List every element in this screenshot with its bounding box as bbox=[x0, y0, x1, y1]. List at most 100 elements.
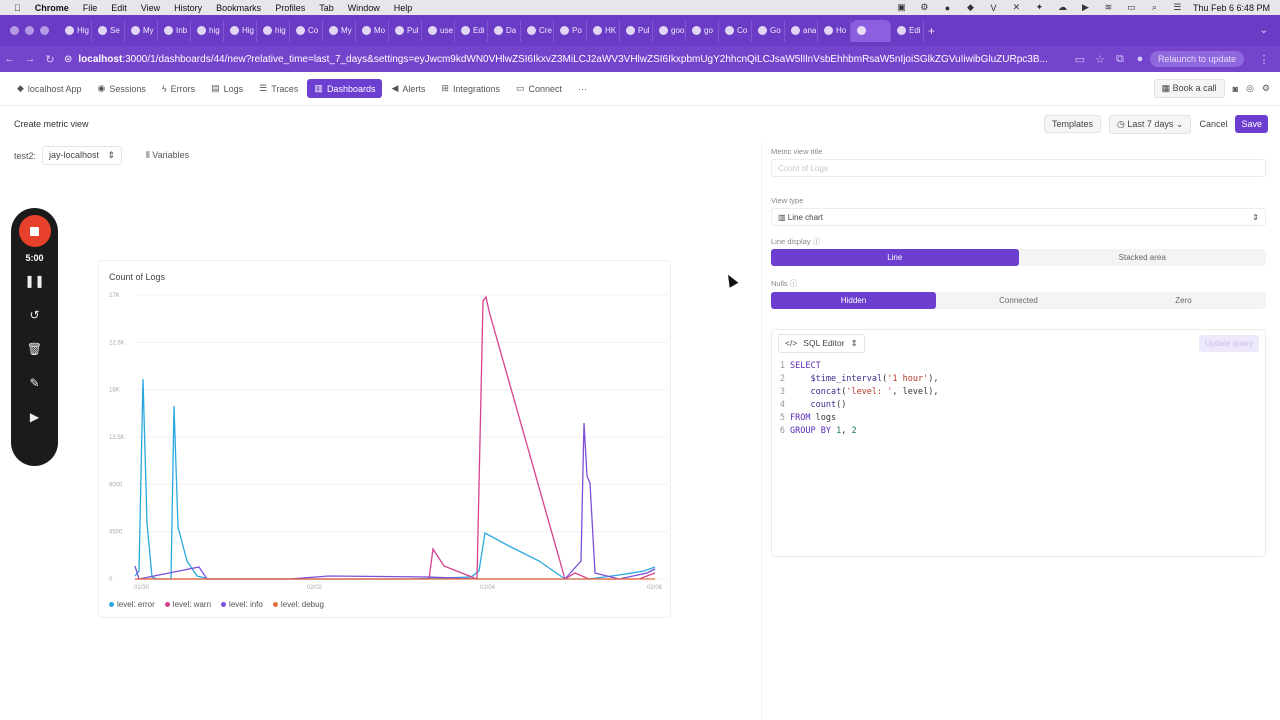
bookmark-star-icon[interactable]: ☆ bbox=[1090, 53, 1110, 66]
profile-icon[interactable]: ● bbox=[1130, 53, 1150, 65]
legend-item[interactable]: level: warn bbox=[164, 600, 211, 609]
menu-history[interactable]: History bbox=[174, 3, 202, 13]
battery-icon[interactable]: ▭ bbox=[1124, 2, 1139, 13]
update-query-button[interactable]: Update query bbox=[1198, 334, 1259, 352]
nav-project[interactable]: ◆ localhost App bbox=[10, 79, 88, 98]
browser-tab[interactable]: My bbox=[323, 19, 356, 42]
nav-logs[interactable]: ▤ Logs bbox=[204, 79, 250, 98]
browser-tab[interactable]: Ho bbox=[818, 19, 851, 42]
browser-tab[interactable]: Pul bbox=[620, 19, 653, 42]
save-button[interactable]: Save bbox=[1235, 115, 1268, 133]
tools-icon[interactable]: ✕ bbox=[1009, 2, 1024, 13]
time-range-button[interactable]: ◷ Last 7 days ⌄ bbox=[1109, 114, 1192, 134]
nav-dashboards[interactable]: ▥ Dashboards bbox=[307, 79, 383, 98]
browser-tab[interactable]: My bbox=[125, 19, 158, 42]
menu-help[interactable]: Help bbox=[394, 3, 413, 13]
back-icon[interactable]: ← bbox=[0, 53, 20, 65]
browser-tab[interactable]: Po bbox=[554, 19, 587, 42]
title-input[interactable]: Count of Logs bbox=[771, 159, 1266, 177]
close-window-button[interactable] bbox=[10, 26, 19, 35]
browser-tab[interactable]: Co bbox=[290, 19, 323, 42]
menu-file[interactable]: File bbox=[83, 3, 98, 13]
variable-select[interactable]: jay-localhost ⇕ bbox=[42, 146, 123, 165]
browser-tab[interactable]: Pul bbox=[389, 19, 422, 42]
app-name[interactable]: Chrome bbox=[35, 3, 69, 13]
pause-icon[interactable]: ❚❚ bbox=[24, 273, 44, 289]
connected-option[interactable]: Connected bbox=[936, 292, 1101, 309]
control-center-icon[interactable]: ☰ bbox=[1170, 2, 1185, 13]
nav-integrations[interactable]: ⊞ Integrations bbox=[434, 79, 507, 98]
browser-tab[interactable]: hig bbox=[257, 19, 290, 42]
nav-traces[interactable]: ☰ Traces bbox=[252, 79, 305, 98]
clock[interactable]: Thu Feb 6 6:48 PM bbox=[1193, 3, 1270, 13]
browser-tab[interactable]: Cre bbox=[521, 19, 554, 42]
book-call-button[interactable]: ▦ Book a call bbox=[1153, 79, 1225, 98]
legend-item[interactable]: level: info bbox=[221, 600, 263, 609]
browser-tab[interactable]: HK bbox=[587, 19, 620, 42]
browser-tab[interactable]: goo bbox=[653, 19, 686, 42]
bird-icon[interactable]: ✦ bbox=[1032, 2, 1047, 13]
camera-icon[interactable]: ▶ bbox=[30, 409, 39, 425]
trash-icon[interactable]: 🗑 bbox=[27, 341, 42, 357]
browser-tab[interactable]: Da bbox=[488, 19, 521, 42]
templates-button[interactable]: Templates bbox=[1044, 115, 1102, 133]
apple-icon[interactable]:  bbox=[14, 3, 21, 13]
play-icon[interactable]: ▶ bbox=[1078, 2, 1093, 13]
view-type-select[interactable]: ▥ Line chart ⇕ bbox=[771, 208, 1266, 226]
status-icon[interactable]: ▣ bbox=[894, 2, 909, 13]
browser-tab[interactable]: Co bbox=[719, 19, 752, 42]
menu-view[interactable]: View bbox=[141, 3, 160, 13]
menu-tab[interactable]: Tab bbox=[319, 3, 334, 13]
github-icon[interactable]: ◎ bbox=[1246, 83, 1254, 94]
browser-tab[interactable]: hig bbox=[191, 19, 224, 42]
draw-icon[interactable]: ✎ bbox=[29, 375, 39, 391]
browser-tab[interactable]: use bbox=[422, 19, 455, 42]
browser-tab[interactable]: Se bbox=[92, 19, 125, 42]
browser-tab[interactable]: go bbox=[686, 19, 719, 42]
nav-alerts[interactable]: ◀ Alerts bbox=[384, 79, 432, 98]
wifi-icon[interactable]: ≋ bbox=[1101, 2, 1116, 13]
menu-edit[interactable]: Edit bbox=[111, 3, 127, 13]
line-option[interactable]: Line bbox=[771, 249, 1019, 266]
cancel-button[interactable]: Cancel bbox=[1199, 119, 1227, 129]
variables-button[interactable]: ⫴ Variables bbox=[146, 150, 189, 161]
legend-item[interactable]: level: error bbox=[109, 600, 155, 609]
restart-icon[interactable]: ↺ bbox=[29, 307, 39, 323]
stacked-area-option[interactable]: Stacked area bbox=[1019, 249, 1267, 266]
search-icon[interactable]: ⌕ bbox=[1147, 2, 1162, 13]
tab-search-icon[interactable]: ⌄ bbox=[1260, 25, 1268, 36]
browser-tab[interactable]: Inb bbox=[158, 19, 191, 42]
status-icon[interactable]: ◆ bbox=[963, 2, 978, 13]
nav-connect[interactable]: ▭ Connect bbox=[509, 79, 569, 98]
gear-icon[interactable]: ⚙ bbox=[917, 2, 932, 13]
browser-tab[interactable]: Go bbox=[752, 19, 785, 42]
editor-select[interactable]: </> SQL Editor ⇕ bbox=[778, 333, 865, 353]
vim-icon[interactable]: V bbox=[986, 2, 1001, 13]
extensions-icon[interactable]: ⧉ bbox=[1110, 53, 1130, 66]
address-bar[interactable]: ⊜ localhost:3000/1/dashboards/44/new?rel… bbox=[64, 49, 1070, 69]
menu-window[interactable]: Window bbox=[348, 3, 380, 13]
browser-tab[interactable]: Edi bbox=[891, 19, 924, 42]
relaunch-button[interactable]: Relaunch to update bbox=[1149, 51, 1244, 67]
legend-item[interactable]: level: debug bbox=[272, 600, 324, 609]
reload-icon[interactable]: ↻ bbox=[40, 53, 60, 66]
browser-tab[interactable]: Mo bbox=[356, 19, 389, 42]
cloud-icon[interactable]: ☁ bbox=[1055, 2, 1070, 13]
nav-errors[interactable]: ϟ Errors bbox=[155, 80, 202, 98]
minimize-window-button[interactable] bbox=[25, 26, 34, 35]
zoom-icon[interactable]: ● bbox=[940, 2, 955, 13]
site-info-icon[interactable]: ⊜ bbox=[64, 54, 72, 65]
code-area[interactable]: 1 SELECT 2 $time_interval('1 hour'), 3 conc… bbox=[772, 356, 1265, 438]
new-tab-icon[interactable]: + bbox=[928, 24, 935, 38]
menu-profiles[interactable]: Profiles bbox=[275, 3, 305, 13]
nav-more[interactable]: ··· bbox=[571, 80, 594, 98]
settings-icon[interactable]: ⚙ bbox=[1262, 83, 1270, 94]
maximize-window-button[interactable] bbox=[40, 26, 49, 35]
zero-option[interactable]: Zero bbox=[1101, 292, 1266, 309]
browser-tab[interactable]: Edi bbox=[455, 19, 488, 42]
stop-recording-button[interactable] bbox=[18, 215, 51, 247]
cast-icon[interactable]: ▭ bbox=[1070, 53, 1090, 66]
discord-icon[interactable]: ◙ bbox=[1233, 84, 1238, 94]
forward-icon[interactable]: → bbox=[20, 53, 40, 65]
hidden-option[interactable]: Hidden bbox=[771, 292, 936, 309]
